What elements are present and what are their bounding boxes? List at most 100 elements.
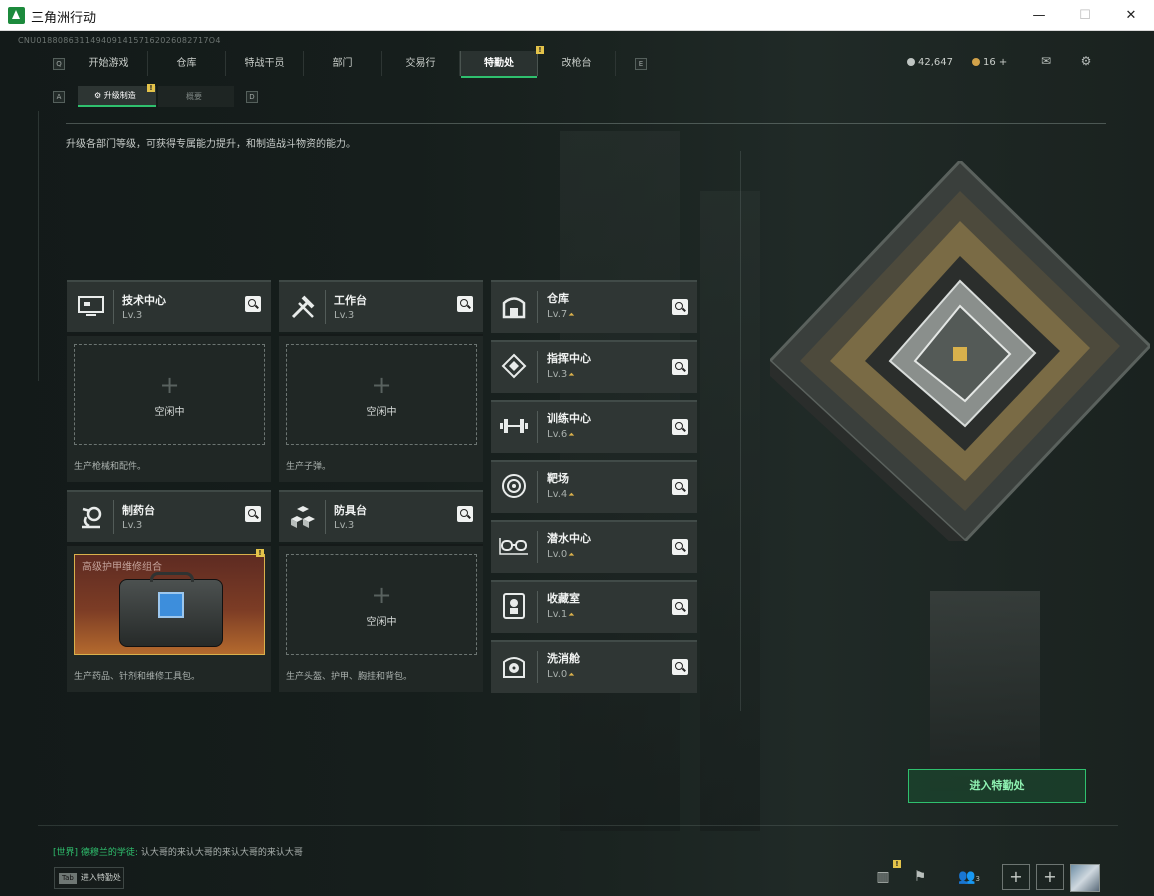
search-icon[interactable] — [245, 296, 261, 312]
empty-craft-slot[interactable]: + 空闲中 — [74, 344, 265, 445]
tools-icon — [287, 292, 319, 322]
active-craft-item[interactable]: 高级护甲维修组合 — [74, 554, 265, 655]
department-name: 收藏室 — [547, 592, 580, 605]
department-card-warehouse[interactable]: 仓库 Lv.7⏶ — [491, 280, 697, 333]
dumbbell-icon — [499, 411, 529, 441]
nav-next-key[interactable]: E — [635, 58, 647, 70]
silver-currency: 42,647 — [907, 57, 953, 68]
department-name: 潜水中心 — [547, 532, 591, 545]
subtab-overview[interactable]: 概要 — [158, 86, 234, 107]
flag-icon[interactable]: ⚑ — [906, 864, 934, 890]
mail-icon[interactable]: ✉ — [1038, 54, 1054, 68]
upgrade-arrow-icon: ⏶ — [568, 430, 575, 439]
bg-column — [930, 591, 1040, 791]
department-card-training[interactable]: 训练中心 Lv.6⏶ — [491, 400, 697, 453]
tab-operators[interactable]: 特战干员 — [226, 51, 304, 76]
settings-gear-icon[interactable]: ⚙ — [1078, 54, 1094, 68]
empty-craft-slot[interactable]: + 空闲中 — [286, 554, 477, 655]
upgrade-arrow-icon: ⏶ — [568, 370, 575, 379]
department-level: Lv.0⏶ — [547, 669, 575, 680]
department-card-diving[interactable]: 潜水中心 Lv.0⏶ — [491, 520, 697, 573]
monitor-icon — [75, 292, 107, 322]
add-party-slot-button[interactable]: + — [1036, 864, 1064, 890]
nav-prev-key[interactable]: Q — [53, 58, 65, 70]
facility-name: 制药台 — [122, 504, 155, 517]
search-icon[interactable] — [245, 506, 261, 522]
craft-item-name: 高级护甲维修组合 — [82, 562, 162, 573]
bag-strap — [150, 572, 194, 582]
window-titlebar: 三角洲行动 — ☐ ✕ — [0, 0, 1154, 31]
tab-gunsmith[interactable]: 改枪台 — [538, 51, 616, 76]
card-separator — [537, 651, 538, 683]
search-icon[interactable] — [457, 296, 473, 312]
search-icon[interactable] — [672, 539, 688, 555]
armor-repair-kit-image — [119, 572, 223, 647]
card-separator — [537, 291, 538, 323]
card-separator — [325, 290, 326, 324]
search-icon[interactable] — [672, 659, 688, 675]
plus-icon: + — [371, 581, 392, 609]
tab-warehouse[interactable]: 仓库 — [148, 51, 226, 76]
craft-slot-panel: + 空闲中 生产头盔、护甲、胸挂和背包。 — [279, 544, 483, 692]
warehouse-icon — [499, 291, 529, 321]
target-icon — [499, 471, 529, 501]
bag-screen — [158, 592, 184, 618]
tab-alert-badge: ! — [536, 46, 544, 54]
plus-icon: + — [371, 371, 392, 399]
card-separator — [113, 290, 114, 324]
upgrade-arrow-icon: ⏶ — [568, 610, 575, 619]
craft-slot-panel: + 空闲中 生产子弹。 — [279, 334, 483, 482]
search-icon[interactable] — [672, 479, 688, 495]
maximize-button[interactable]: ☐ — [1062, 0, 1108, 31]
subnav-next-key[interactable]: D — [246, 91, 258, 103]
department-card-command[interactable]: 指挥中心 Lv.3⏶ — [491, 340, 697, 393]
idle-label: 空闲中 — [366, 407, 397, 418]
idle-label: 空闲中 — [154, 407, 185, 418]
department-card-decontamination[interactable]: 洗消舱 Lv.0⏶ — [491, 640, 697, 693]
facility-card-tech-center[interactable]: 技术中心 Lv.3 — [67, 280, 271, 332]
search-icon[interactable] — [457, 506, 473, 522]
tab-start-game[interactable]: 开始游戏 — [70, 51, 148, 76]
department-card-shooting-range[interactable]: 靶场 Lv.4⏶ — [491, 460, 697, 513]
close-button[interactable]: ✕ — [1108, 0, 1154, 31]
department-name: 指挥中心 — [547, 352, 591, 365]
facility-card-pharmacy[interactable]: 制药台 Lv.3 — [67, 490, 271, 542]
add-party-slot-button[interactable]: + — [1002, 864, 1030, 890]
uid-watermark: CNU01880863114940914157162026082717O4 — [18, 36, 221, 45]
enter-special-ops-button[interactable]: 进入特勤处 — [908, 769, 1086, 803]
empty-craft-slot[interactable]: + 空闲中 — [286, 344, 477, 445]
department-card-collection[interactable]: 收藏室 Lv.1⏶ — [491, 580, 697, 633]
top-nav: 开始游戏 仓库 特战干员 部门 交易行 特勤处 改枪台 — [70, 51, 616, 78]
facility-card-workbench[interactable]: 工作台 Lv.3 — [279, 280, 483, 332]
facility-desc: 生产枪械和配件。 — [74, 462, 147, 472]
facility-card-armor-bench[interactable]: 防具台 Lv.3 — [279, 490, 483, 542]
tab-hint-button[interactable]: Tab 进入特勤处 — [54, 867, 124, 889]
tab-trading[interactable]: 交易行 — [382, 51, 460, 76]
app-logo-icon — [8, 7, 25, 24]
search-icon[interactable] — [672, 419, 688, 435]
chat-user[interactable]: 德穆兰的学徒: — [81, 848, 138, 858]
facility-level: Lv.3 — [334, 520, 355, 531]
player-avatar[interactable] — [1070, 864, 1100, 892]
department-level: Lv.4⏶ — [547, 489, 575, 500]
subnav-prev-key[interactable]: A — [53, 91, 65, 103]
search-icon[interactable] — [672, 359, 688, 375]
gold-currency[interactable]: 16 + — [972, 57, 1007, 68]
bg-line — [38, 825, 1118, 826]
game-viewport: CNU01880863114940914157162026082717O4 Q … — [0, 31, 1154, 896]
tab-special-ops[interactable]: 特勤处 — [460, 51, 538, 78]
tab-department[interactable]: 部门 — [304, 51, 382, 76]
chat-channel: [世界] — [53, 848, 79, 858]
card-separator — [113, 500, 114, 534]
subtab-alert-badge: ! — [147, 84, 155, 92]
subtab-upgrade-craft[interactable]: ⚙ 升级制造 — [78, 86, 156, 107]
minimize-button[interactable]: — — [1016, 0, 1062, 31]
upgrade-arrow-icon: ⏶ — [568, 310, 575, 319]
friends-button[interactable]: 👥3 — [952, 864, 986, 890]
craft-slot-panel: + 空闲中 生产枪械和配件。 — [67, 334, 271, 482]
card-separator — [325, 500, 326, 534]
search-icon[interactable] — [672, 299, 688, 315]
search-icon[interactable] — [672, 599, 688, 615]
trophy-icon — [499, 591, 529, 621]
silver-coin-icon — [907, 58, 915, 66]
